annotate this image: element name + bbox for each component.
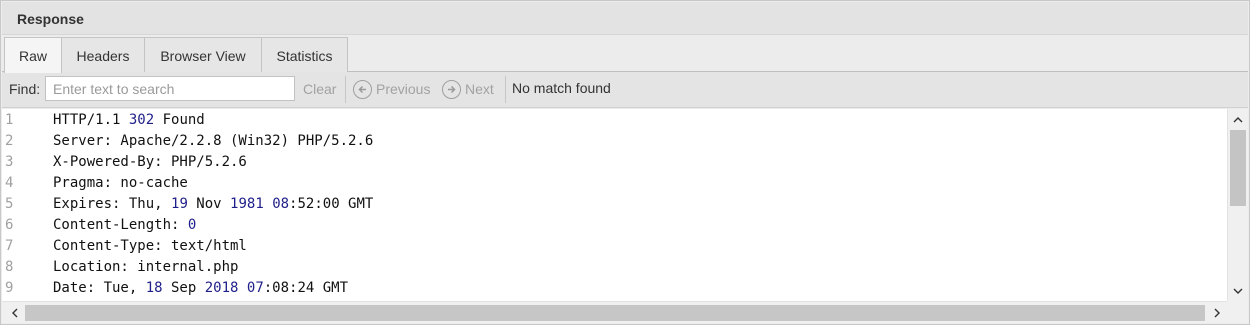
line-number: 9	[5, 280, 14, 296]
code-line: 9 Date: Tue, 18 Sep 2018 07:08:24 GMT	[2, 278, 1228, 299]
code-line: 1 HTTP/1.1 302 Found	[2, 110, 1228, 131]
line-number: 6	[5, 217, 14, 233]
next-button[interactable]: Next	[442, 78, 494, 100]
tab-raw[interactable]: Raw	[4, 37, 62, 73]
line-number: 3	[5, 154, 14, 170]
next-label: Next	[465, 81, 494, 97]
tab-browser-view[interactable]: Browser View	[144, 37, 262, 73]
find-label: Find:	[9, 81, 41, 97]
chevron-right-icon[interactable]	[1208, 304, 1226, 322]
search-status: No match found	[512, 80, 611, 96]
line-number: 2	[5, 133, 14, 149]
scrollbar-corner	[1227, 301, 1248, 323]
search-input[interactable]	[45, 76, 295, 101]
tab-headers[interactable]: Headers	[61, 37, 145, 73]
chevron-left-icon[interactable]	[5, 304, 23, 322]
code-line: 7 Content-Type: text/html	[2, 236, 1228, 257]
clear-button[interactable]: Clear	[303, 81, 336, 97]
line-text: X-Powered-By: PHP/5.2.6	[53, 154, 247, 170]
chevron-up-icon[interactable]	[1228, 110, 1248, 128]
tab-statistics[interactable]: Statistics	[261, 37, 348, 73]
line-text: Date: Tue, 18 Sep 2018 07:08:24 GMT	[53, 280, 349, 296]
circle-arrow-left-icon	[353, 79, 372, 99]
line-text: Server: Apache/2.2.8 (Win32) PHP/5.2.6	[53, 133, 374, 149]
line-number: 7	[5, 238, 14, 254]
previous-label: Previous	[376, 81, 431, 97]
circle-arrow-right-icon	[442, 79, 461, 99]
horizontal-scroll-thumb[interactable]	[25, 305, 1205, 321]
toolbar-divider	[345, 76, 346, 103]
response-panel: Response Raw Headers Browser View Statis…	[0, 0, 1250, 325]
panel-title: Response	[17, 11, 84, 27]
code-line: 5 Expires: Thu, 19 Nov 1981 08:52:00 GMT	[2, 194, 1228, 215]
code-line: 8 Location: internal.php	[2, 257, 1228, 278]
line-text: Content-Type: text/html	[53, 238, 247, 254]
vertical-scroll-thumb[interactable]	[1230, 130, 1246, 206]
horizontal-scrollbar[interactable]	[2, 301, 1228, 323]
line-number: 8	[5, 259, 14, 275]
code-line: 3 X-Powered-By: PHP/5.2.6	[2, 152, 1228, 173]
line-number: 4	[5, 175, 14, 191]
code-line: 2 Server: Apache/2.2.8 (Win32) PHP/5.2.6	[2, 131, 1228, 152]
toolbar-divider	[505, 76, 506, 103]
line-number: 1	[5, 112, 14, 128]
line-text: Content-Length: 0	[53, 217, 197, 233]
search-bar: Find: Clear Previous Next No match found	[2, 72, 1248, 108]
chevron-down-icon[interactable]	[1228, 282, 1248, 300]
response-raw-editor[interactable]: 1 HTTP/1.1 302 Found 2 Server: Apache/2.2.8…	[2, 109, 1228, 301]
code-line: 4 Pragma: no-cache	[2, 173, 1228, 194]
line-number: 5	[5, 196, 14, 212]
line-text: Pragma: no-cache	[53, 175, 188, 191]
line-text: Location: internal.php	[53, 259, 239, 275]
vertical-scrollbar[interactable]	[1227, 109, 1248, 301]
previous-button[interactable]: Previous	[353, 78, 430, 100]
tab-bar: Raw Headers Browser View Statistics	[2, 35, 1248, 73]
code-line: 6 Content-Length: 0	[2, 215, 1228, 236]
line-text: HTTP/1.1 302 Found	[53, 112, 205, 128]
line-text: Expires: Thu, 19 Nov 1981 08:52:00 GMT	[53, 196, 374, 212]
panel-header: Response	[2, 2, 1248, 35]
